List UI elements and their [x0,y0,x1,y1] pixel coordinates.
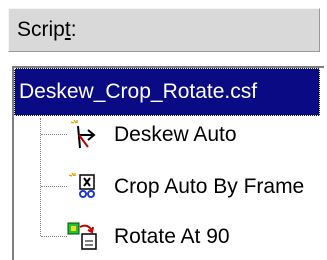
tree-item-crop-auto-by-frame-label[interactable]: Crop Auto By Frame [114,174,304,200]
tree-item-rotate-at-90-label[interactable]: Rotate At 90 [114,224,230,250]
script-header-label-prefix: Scrip [17,18,65,41]
tree-connector-line [40,118,41,236]
tree-root-script-file[interactable]: Deskew_Crop_Rotate.csf [14,68,320,116]
script-header: Script: [8,8,320,52]
tree-item-deskew-auto-label[interactable]: Deskew Auto [114,122,237,148]
script-header-label-suffix: : [70,18,77,41]
rotate-icon [67,222,97,250]
tree-branch-line [41,134,67,135]
crop-icon [68,172,95,198]
tree-branch-line [41,236,67,237]
script-panel: Script: Deskew_Crop_Rotate.csf Deskew Au… [0,0,327,260]
deskew-icon [70,119,96,149]
tree-branch-line [41,186,67,187]
